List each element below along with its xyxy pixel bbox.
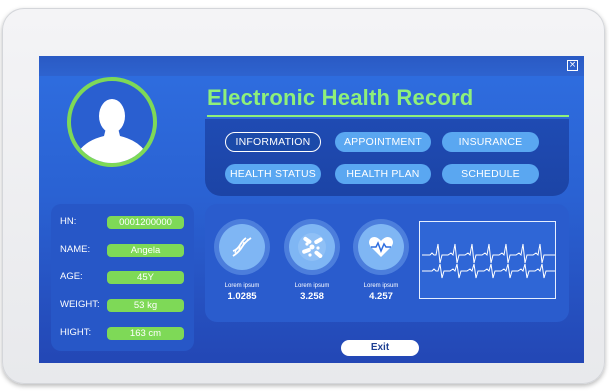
- hn-label: HN:: [60, 216, 77, 227]
- menu-schedule-button[interactable]: SCHEDULE: [442, 164, 539, 184]
- ecg-monitor: [419, 221, 556, 299]
- dna-icon[interactable]: [219, 224, 265, 270]
- app-screen: × Electronic Health Record INFORMATION A…: [39, 56, 584, 363]
- title-bar: ×: [39, 56, 584, 76]
- stat-label: Lorem ipsum: [224, 283, 260, 289]
- menu-health-plan-button[interactable]: HEALTH PLAN: [335, 164, 431, 184]
- height-value: 163 cm: [107, 327, 184, 340]
- weight-value: 53 kg: [107, 299, 184, 312]
- age-value: 45Y: [107, 271, 184, 284]
- name-label: NAME:: [60, 244, 91, 255]
- menu-appointment-button[interactable]: APPOINTMENT: [335, 132, 431, 152]
- heart-pulse-icon[interactable]: [358, 224, 404, 270]
- age-label: AGE:: [60, 271, 83, 282]
- avatar: [67, 77, 157, 167]
- user-silhouette-icon: [79, 99, 145, 163]
- menu-panel: INFORMATION APPOINTMENT INSURANCE HEALTH…: [205, 119, 569, 196]
- patient-info-panel: HN: 0001200000 NAME: Angela AGE: 45Y WEI…: [51, 204, 194, 351]
- menu-information-button[interactable]: INFORMATION: [225, 132, 321, 152]
- exit-button[interactable]: Exit: [341, 340, 419, 356]
- menu-health-status-button[interactable]: HEALTH STATUS: [225, 164, 321, 184]
- stat-value: 3.258: [300, 291, 324, 302]
- height-label: HIGHT:: [60, 327, 92, 338]
- vitals-panel: Lorem ipsum 1.0285 Lorem ipsum 3.258 Lor…: [205, 204, 569, 322]
- stat-label: Lorem ipsum: [363, 283, 399, 289]
- page-title: Electronic Health Record: [207, 85, 474, 110]
- close-icon[interactable]: ×: [567, 60, 578, 71]
- tablet-bezel: × Electronic Health Record INFORMATION A…: [2, 8, 605, 384]
- name-value: Angela: [107, 244, 184, 257]
- menu-insurance-button[interactable]: INSURANCE: [442, 132, 539, 152]
- stat-label: Lorem ipsum: [294, 283, 330, 289]
- ecg-waveform-icon: [422, 243, 555, 279]
- pills-icon[interactable]: [289, 224, 335, 270]
- hn-value: 0001200000: [107, 216, 184, 229]
- title-divider: [207, 115, 569, 117]
- stat-value: 1.0285: [227, 291, 257, 302]
- weight-label: WEIGHT:: [60, 299, 100, 310]
- stat-value: 4.257: [369, 291, 393, 302]
